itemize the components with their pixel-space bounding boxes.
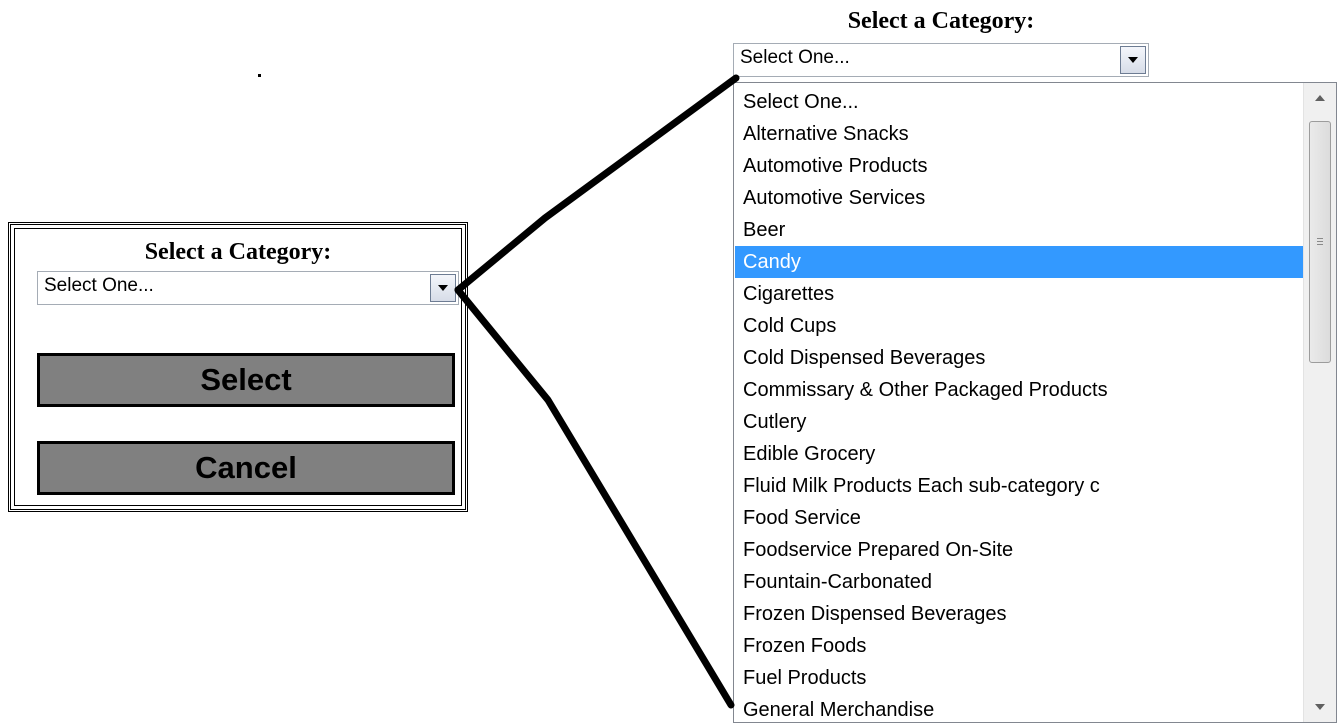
callout-line-top <box>454 74 740 294</box>
callout-line-bottom <box>454 286 735 709</box>
callout-lines <box>454 74 740 709</box>
